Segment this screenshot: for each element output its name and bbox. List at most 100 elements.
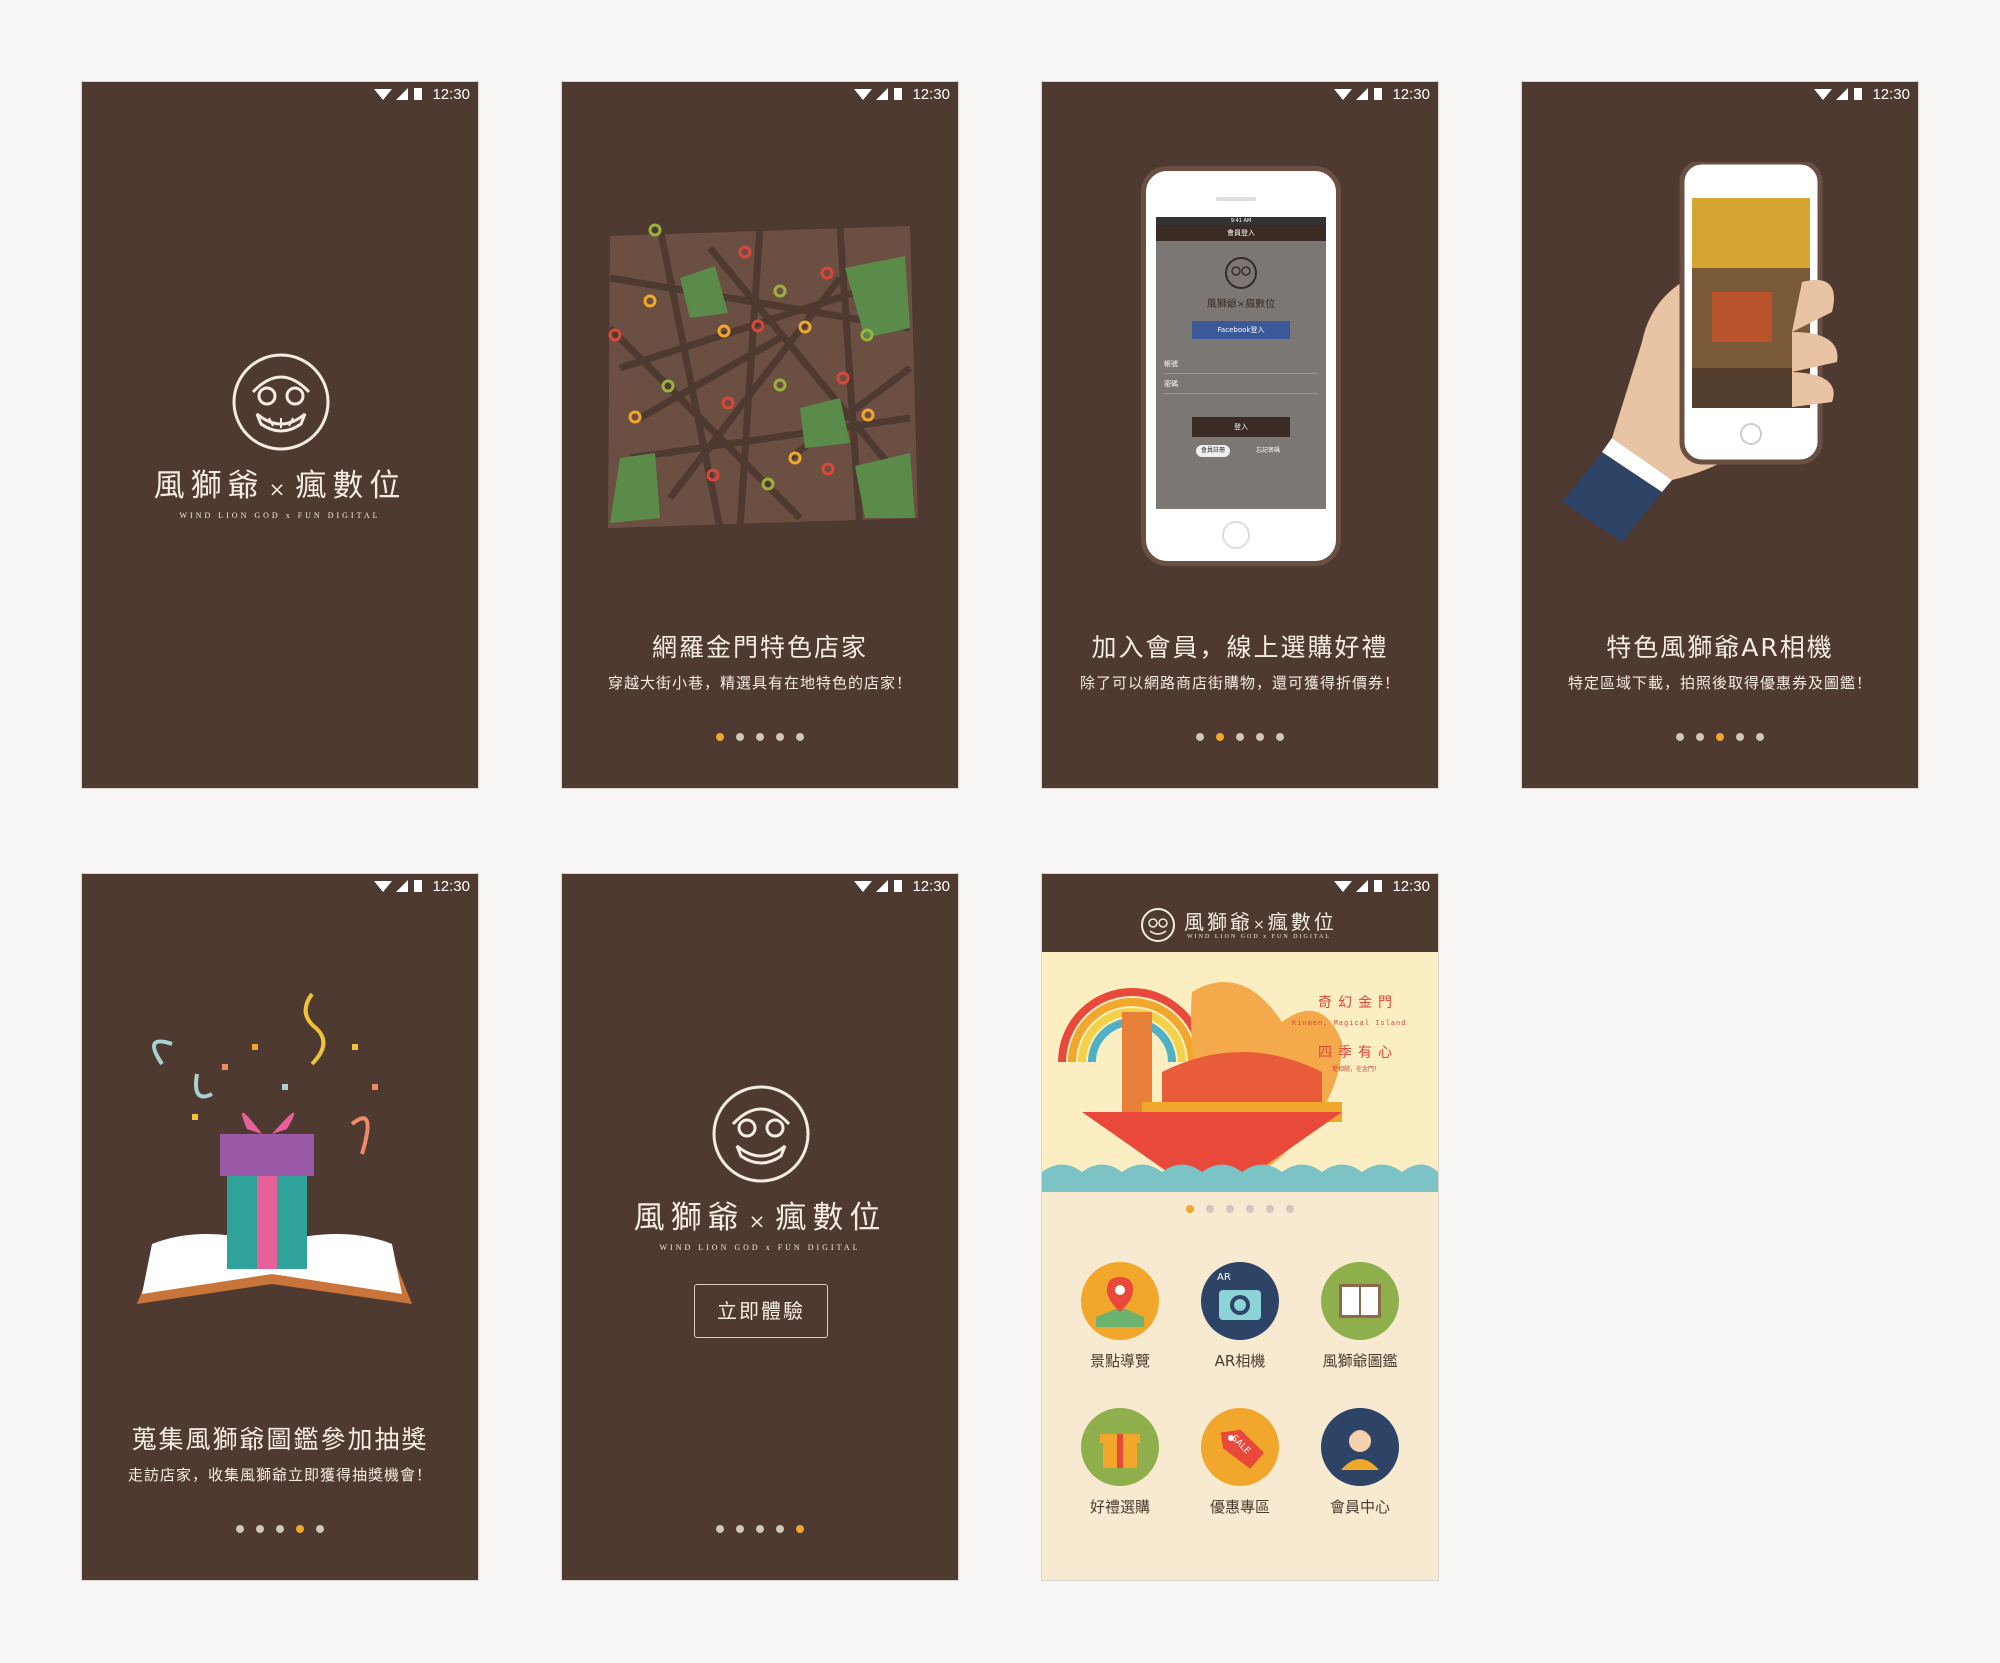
banner-title: 奇幻金門 <box>1318 995 1398 1011</box>
camera-icon: AR <box>1201 1262 1279 1340</box>
slide-title: 特色風獅爺AR相機 <box>1606 633 1834 662</box>
banner-dot[interactable] <box>1186 1205 1194 1213</box>
wind-lion-logo-icon <box>1141 908 1175 942</box>
screen-ar-intro: 12:30 特色風獅爺AR相機 特定區域下載，拍照後取得優惠券及圖鑑！ <box>1521 81 1919 789</box>
page-dot[interactable] <box>1216 733 1224 741</box>
phone-status: 9:41 AM <box>1156 217 1326 225</box>
page-indicator <box>1042 726 1438 741</box>
page-dot[interactable] <box>736 1525 744 1533</box>
banner-dot[interactable] <box>1226 1205 1234 1213</box>
page-dot[interactable] <box>796 733 804 741</box>
screen-member-intro: 12:30 9:41 AM 會員登入 風獅爺×瘋數位 Facebook登入 帳號… <box>1041 81 1439 789</box>
page-dot[interactable] <box>296 1525 304 1533</box>
status-bar: 12:30 <box>82 82 478 106</box>
phone-screen: 9:41 AM 會員登入 風獅爺×瘋數位 Facebook登入 帳號 密碼 登入… <box>1156 217 1326 509</box>
page-dot[interactable] <box>1276 733 1284 741</box>
page-indicator <box>1522 726 1918 741</box>
page-dot[interactable] <box>1256 733 1264 741</box>
menu-wind-lion-book[interactable]: 風獅爺圖鑑 <box>1305 1262 1415 1371</box>
logo-text: 風獅爺 × 瘋數位 WIND LION GOD x FUN DIGITAL <box>562 1192 958 1252</box>
password-field[interactable]: 密碼 <box>1164 379 1318 394</box>
page-dot[interactable] <box>1696 733 1704 741</box>
page-indicator <box>562 726 958 741</box>
menu-gift-shop[interactable]: 好禮選購 <box>1065 1408 1175 1517</box>
page-dot[interactable] <box>1736 733 1744 741</box>
page-dot[interactable] <box>1236 733 1244 741</box>
status-bar: 12:30 <box>82 874 478 898</box>
status-time: 12:30 <box>1392 878 1430 895</box>
register-button[interactable]: 會員註冊 <box>1196 445 1231 457</box>
banner-dot[interactable] <box>1286 1205 1294 1213</box>
logo-tagline: WIND LION GOD x FUN DIGITAL <box>659 1243 861 1252</box>
menu-sale-zone[interactable]: SALE 優惠專區 <box>1185 1408 1295 1517</box>
facebook-login-button[interactable]: Facebook登入 <box>1192 321 1290 339</box>
banner-dot[interactable] <box>1246 1205 1254 1213</box>
banner-dot[interactable] <box>1266 1205 1274 1213</box>
signal-icons <box>1334 880 1382 892</box>
signal-icons <box>1814 88 1862 100</box>
page-dot[interactable] <box>236 1525 244 1533</box>
page-dot[interactable] <box>796 1525 804 1533</box>
menu-label: 優惠專區 <box>1209 1498 1270 1516</box>
menu-member-center[interactable]: 會員中心 <box>1305 1408 1415 1517</box>
page-dot[interactable] <box>756 1525 764 1533</box>
page-dot[interactable] <box>756 733 764 741</box>
page-dot[interactable] <box>276 1525 284 1533</box>
start-experience-button[interactable]: 立即體驗 <box>694 1284 828 1338</box>
sale-tag-icon: SALE <box>1201 1408 1279 1486</box>
phone-logo-icon <box>1225 257 1257 289</box>
status-time: 12:30 <box>432 86 470 103</box>
page-dot[interactable] <box>1196 733 1204 741</box>
menu-label: 風獅爺圖鑑 <box>1322 1352 1398 1370</box>
status-time: 12:30 <box>1392 86 1430 103</box>
screen-gift-intro: 12:30 蒐集風獅爺圖鑑參加抽獎 走訪店家，收集風獅爺立即獲得抽獎機會！ <box>81 873 479 1581</box>
home-button <box>1222 521 1250 549</box>
signal-icons <box>374 880 422 892</box>
screen-splash: 12:30 風獅爺 × 瘋數位 WIND LION GOD x FUN DIGITA… <box>81 81 479 789</box>
forgot-password-link[interactable]: 忘記密碼 <box>1256 445 1280 457</box>
account-field[interactable]: 帳號 <box>1164 359 1318 374</box>
header-logo-name: 風獅爺×瘋數位 <box>1184 910 1337 934</box>
phone-status-time: 9:41 AM <box>1230 218 1252 224</box>
banner-dot[interactable] <box>1206 1205 1214 1213</box>
banner-page-indicator <box>1042 1198 1438 1213</box>
slide-subtitle: 走訪店家，收集風獅爺立即獲得抽獎機會！ <box>127 1466 432 1484</box>
slide-subtitle: 除了可以網路商店街購物，還可獲得折價券！ <box>1079 674 1400 692</box>
slide-subtitle: 穿越大街小巷，精選具有在地特色的店家！ <box>607 674 912 692</box>
logo-tagline: WIND LION GOD x FUN DIGITAL <box>179 511 381 520</box>
screen-map-intro: 12:30 網羅金門特色店家 穿越大街小巷，精選具有在地特色的店家！ <box>561 81 959 789</box>
ar-badge: AR <box>1217 1272 1231 1283</box>
page-dot[interactable] <box>1756 733 1764 741</box>
home-banner[interactable]: 奇幻金門 Kinmen, Magical Island 四季有心 愛相隨，在金門… <box>1042 952 1438 1192</box>
page-dot[interactable] <box>736 733 744 741</box>
page-dot[interactable] <box>776 1525 784 1533</box>
page-dot[interactable] <box>716 1525 724 1533</box>
phone-mockup: 9:41 AM 會員登入 風獅爺×瘋數位 Facebook登入 帳號 密碼 登入… <box>1141 166 1341 566</box>
page-dot[interactable] <box>776 733 784 741</box>
page-dot[interactable] <box>316 1525 324 1533</box>
gift-icon <box>1081 1408 1159 1486</box>
screen-start: 12:30 風獅爺 × 瘋數位 WIND LION GOD x FUN DIGITA… <box>561 873 959 1581</box>
logo-name-right: 瘋數位 <box>775 1200 887 1236</box>
status-time: 12:30 <box>432 878 470 895</box>
menu-ar-camera[interactable]: AR AR相機 <box>1185 1262 1295 1371</box>
status-time: 12:30 <box>1872 86 1910 103</box>
status-time: 12:30 <box>912 86 950 103</box>
logo-text: 風獅爺 × 瘋數位 WIND LION GOD x FUN DIGITAL <box>82 460 478 520</box>
page-dot[interactable] <box>256 1525 264 1533</box>
phone-login-button[interactable]: 登入 <box>1192 417 1290 437</box>
phone-logo-left: 風獅爺 <box>1206 299 1237 310</box>
status-time: 12:30 <box>912 878 950 895</box>
page-dot[interactable] <box>1676 733 1684 741</box>
page-dot[interactable] <box>1716 733 1724 741</box>
header-logo-right: 瘋數位 <box>1267 910 1337 934</box>
gift-book-illustration <box>137 992 412 1304</box>
page-indicator <box>562 1518 958 1533</box>
page-dot[interactable] <box>716 733 724 741</box>
menu-attractions[interactable]: 景點導覽 <box>1065 1262 1175 1371</box>
logo-cross: × <box>748 1209 772 1233</box>
home-body: 奇幻金門 Kinmen, Magical Island 四季有心 愛相隨，在金門… <box>1042 952 1438 1580</box>
screen-home: 12:30 風獅爺×瘋數位 WIND LION GOD x FUN DIGITA… <box>1041 873 1439 1581</box>
status-bar: 12:30 <box>562 82 958 106</box>
menu-label: 會員中心 <box>1329 1498 1390 1516</box>
